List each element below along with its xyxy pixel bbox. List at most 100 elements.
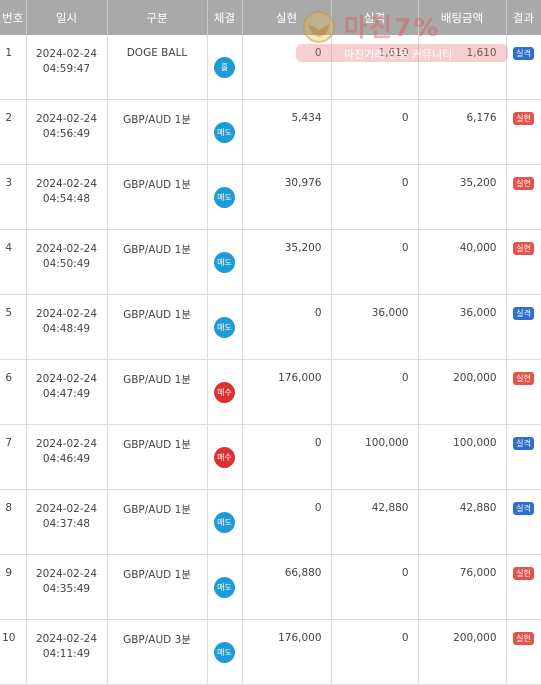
row-category: GBP/AUD 1분 — [107, 229, 208, 295]
row-bet-amount: 100,000 — [418, 424, 507, 490]
row-date: 2024-02-24 — [35, 308, 98, 320]
row-date: 2024-02-24 — [35, 503, 98, 515]
row-number: 6 — [0, 359, 27, 425]
row-datetime: 2024-02-24 04:47:49 — [26, 359, 108, 425]
row-date: 2024-02-24 — [35, 633, 98, 645]
row-category: DOGE BALL — [107, 35, 208, 100]
row-result: 실격 — [506, 35, 541, 100]
row-result: 실현 — [506, 164, 541, 230]
row-date: 2024-02-24 — [35, 568, 98, 580]
row-lost: 42,880 — [331, 489, 419, 555]
table-row: 7 2024-02-24 04:46:49 GBP/AUD 1분 매수 0 100,000 1… — [0, 424, 541, 490]
row-date: 2024-02-24 — [35, 438, 98, 450]
row-datetime: 2024-02-24 04:54:48 — [26, 164, 108, 230]
row-number: 10 — [0, 619, 27, 685]
row-result: 실격 — [506, 489, 541, 555]
row-number: 8 — [0, 489, 27, 555]
table-row: 6 2024-02-24 04:47:49 GBP/AUD 1분 매수 176,000 0 2… — [0, 359, 541, 425]
row-time: 04:46:49 — [42, 453, 91, 465]
row-realized: 30,976 — [242, 164, 332, 230]
row-lost: 0 — [331, 229, 419, 295]
row-realized: 0 — [242, 489, 332, 555]
row-time: 04:37:48 — [42, 518, 91, 530]
row-time: 04:54:48 — [42, 193, 91, 205]
header-no: 번호 — [0, 0, 27, 35]
row-execution: 매수 — [207, 424, 243, 490]
row-time: 04:48:49 — [42, 323, 91, 335]
execution-badge: 매수 — [214, 381, 235, 403]
row-execution: 매도 — [207, 229, 243, 295]
row-bet-amount: 76,000 — [418, 554, 507, 620]
row-category: GBP/AUD 1분 — [107, 99, 208, 165]
row-result: 실격 — [506, 424, 541, 490]
execution-badge: 매도 — [214, 251, 235, 273]
row-realized: 176,000 — [242, 359, 332, 425]
row-time: 04:50:49 — [42, 258, 91, 270]
row-execution: 매도 — [207, 489, 243, 555]
header-execution: 체결 — [207, 0, 243, 35]
header-realized: 실현 — [242, 0, 332, 35]
row-category: GBP/AUD 1분 — [107, 554, 208, 620]
row-realized: 176,000 — [242, 619, 332, 685]
execution-badge: 매도 — [214, 121, 235, 143]
row-datetime: 2024-02-24 04:59:47 — [26, 35, 108, 100]
row-execution: 매도 — [207, 619, 243, 685]
row-lost: 0 — [331, 619, 419, 685]
row-realized: 0 — [242, 424, 332, 490]
execution-badge: 매도 — [214, 511, 235, 533]
row-realized: 5,434 — [242, 99, 332, 165]
row-realized: 0 — [242, 35, 332, 100]
execution-badge: 매도 — [214, 576, 235, 598]
row-date: 2024-02-24 — [35, 243, 98, 255]
row-execution: 홀 — [207, 35, 243, 100]
row-lost: 100,000 — [331, 424, 419, 490]
row-time: 04:56:49 — [42, 128, 91, 140]
result-badge: 실현 — [513, 567, 534, 580]
header-datetime: 일시 — [26, 0, 108, 35]
row-result: 실현 — [506, 619, 541, 685]
row-result: 실현 — [506, 99, 541, 165]
row-datetime: 2024-02-24 04:11:49 — [26, 619, 108, 685]
row-datetime: 2024-02-24 04:35:49 — [26, 554, 108, 620]
row-datetime: 2024-02-24 04:50:49 — [26, 229, 108, 295]
row-category: GBP/AUD 1분 — [107, 489, 208, 555]
result-badge: 실격 — [513, 437, 534, 450]
row-lost: 0 — [331, 99, 419, 165]
row-result: 실현 — [506, 229, 541, 295]
row-bet-amount: 35,200 — [418, 164, 507, 230]
execution-badge: 홀 — [214, 56, 235, 78]
row-category: GBP/AUD 1분 — [107, 359, 208, 425]
row-date: 2024-02-24 — [35, 178, 98, 190]
row-bet-amount: 200,000 — [418, 359, 507, 425]
row-number: 1 — [0, 35, 27, 100]
row-category: GBP/AUD 3분 — [107, 619, 208, 685]
row-execution: 매도 — [207, 554, 243, 620]
row-date: 2024-02-24 — [35, 113, 98, 125]
row-lost: 0 — [331, 359, 419, 425]
row-date: 2024-02-24 — [35, 48, 98, 60]
execution-badge: 매도 — [214, 641, 235, 663]
row-realized: 66,880 — [242, 554, 332, 620]
row-datetime: 2024-02-24 04:48:49 — [26, 294, 108, 360]
row-bet-amount: 42,880 — [418, 489, 507, 555]
execution-badge: 매도 — [214, 186, 235, 208]
row-execution: 매도 — [207, 294, 243, 360]
row-time: 04:59:47 — [42, 63, 91, 75]
row-number: 3 — [0, 164, 27, 230]
row-time: 04:47:49 — [42, 388, 91, 400]
execution-badge: 매도 — [214, 316, 235, 338]
row-datetime: 2024-02-24 04:56:49 — [26, 99, 108, 165]
row-number: 4 — [0, 229, 27, 295]
row-number: 2 — [0, 99, 27, 165]
row-category: GBP/AUD 1분 — [107, 424, 208, 490]
row-realized: 0 — [242, 294, 332, 360]
table-row: 2 2024-02-24 04:56:49 GBP/AUD 1분 매도 5,434 0 6,1… — [0, 99, 541, 165]
row-number: 7 — [0, 424, 27, 490]
header-category: 구분 — [107, 0, 208, 35]
row-lost: 0 — [331, 164, 419, 230]
row-bet-amount: 40,000 — [418, 229, 507, 295]
header-lost: 실격 — [331, 0, 419, 35]
row-result: 실현 — [506, 359, 541, 425]
result-badge: 실격 — [513, 502, 534, 515]
table-row: 4 2024-02-24 04:50:49 GBP/AUD 1분 매도 35,200 0 40… — [0, 229, 541, 295]
